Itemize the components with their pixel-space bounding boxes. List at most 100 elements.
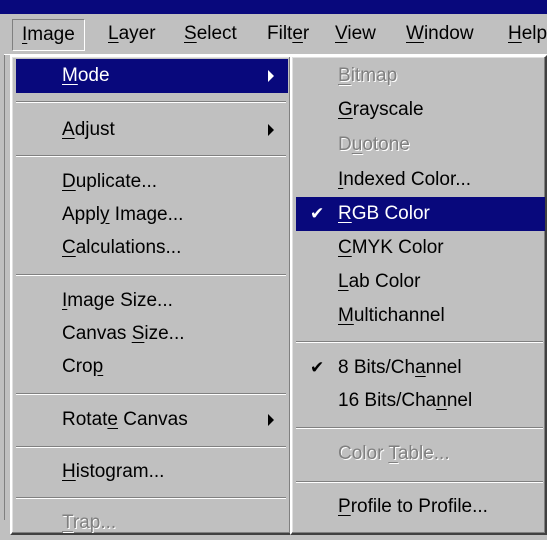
menu-item-trap: Trap... <box>16 506 288 540</box>
trap-label-rest: rap... <box>72 512 117 533</box>
menu-window[interactable]: Window <box>397 19 483 49</box>
menu-layer-mnemonic: L <box>108 23 119 44</box>
apply-image-label-rest: Image... <box>109 204 184 225</box>
menu-window-text-rest: indow <box>423 23 474 44</box>
mode-label-rest: ode <box>77 65 110 86</box>
submenu-arrow-icon <box>268 70 274 82</box>
image-size-label-rest: mage Size... <box>67 290 173 311</box>
menu-filter-mnemonic: e <box>292 23 303 44</box>
menu-item-16-bits-channel[interactable]: 16 Bits/Channel <box>296 384 545 418</box>
menu-view[interactable]: View <box>326 19 385 49</box>
menu-image[interactable]: Image <box>12 19 85 51</box>
bits8-mnemonic: a <box>415 357 426 378</box>
menu-item-rgb-color[interactable]: ✔ RGB Color <box>296 197 545 231</box>
menu-select[interactable]: Select <box>175 19 246 49</box>
window-edge <box>0 14 5 520</box>
menu-select-text-rest: elect <box>196 23 237 44</box>
mode-mnemonic: M <box>62 65 78 86</box>
menu-help[interactable]: Help <box>499 19 547 49</box>
indexed-color-label-rest: ndexed Color... <box>343 169 472 190</box>
menu-separator <box>16 155 286 157</box>
histogram-label-rest: istogram... <box>75 461 165 482</box>
menu-filter-text-rest: r <box>302 23 310 44</box>
adjust-mnemonic: A <box>62 119 75 140</box>
menu-help-mnemonic: H <box>508 23 522 44</box>
multichannel-label-rest: ultichannel <box>353 305 445 326</box>
menu-item-cmyk-color[interactable]: CMYK Color <box>296 231 545 265</box>
menu-item-duotone: Duotone <box>296 128 545 162</box>
color-table-label-rest: able... <box>397 443 450 464</box>
menu-item-indexed-color[interactable]: Indexed Color... <box>296 163 545 197</box>
checkmark-icon: ✔ <box>310 358 325 377</box>
menu-item-apply-image[interactable]: Apply Image... <box>16 198 288 232</box>
lab-color-label-rest: ab Color <box>348 271 421 292</box>
menu-window-mnemonic: W <box>406 23 424 44</box>
menu-filter[interactable]: Filter <box>258 19 318 49</box>
profile-to-profile-mnemonic: P <box>338 496 351 517</box>
menu-item-mode[interactable]: Mode <box>16 59 288 93</box>
menu-item-8-bits-channel[interactable]: ✔ 8 Bits/Channel <box>296 351 545 385</box>
cmyk-color-mnemonic: C <box>338 237 352 258</box>
canvas-size-label: Canvas <box>62 323 132 344</box>
adjust-label-rest: djust <box>74 119 115 140</box>
mode-submenu: Bitmap Grayscale Duotone Indexed Color..… <box>290 55 547 535</box>
menu-item-histogram[interactable]: Histogram... <box>16 455 288 489</box>
duotone-label-rest: otone <box>362 134 410 155</box>
menu-separator <box>16 497 286 499</box>
bitmap-mnemonic: B <box>338 65 351 86</box>
trap-mnemonic: T <box>62 512 73 533</box>
bitmap-label-rest: itmap <box>350 65 398 86</box>
menu-item-lab-color[interactable]: Lab Color <box>296 265 545 299</box>
duplicate-label-rest: uplicate... <box>75 171 158 192</box>
menu-separator <box>16 101 286 103</box>
menu-bar: Image Layer Select Filter View Window He… <box>4 14 547 55</box>
bits16-mnemonic: n <box>436 390 447 411</box>
menu-image-text-rest: mage <box>27 24 75 45</box>
grayscale-label-rest: rayscale <box>352 99 424 120</box>
menu-help-text-rest: elp <box>521 23 547 44</box>
menu-item-canvas-size[interactable]: Canvas Size... <box>16 317 288 351</box>
menu-separator <box>16 393 286 395</box>
bits8-label: 8 Bits/Ch <box>338 357 416 378</box>
menu-item-calculations[interactable]: Calculations... <box>16 231 288 265</box>
duotone-mnemonic: u <box>351 134 363 155</box>
menu-layer-text-rest: ayer <box>118 23 156 44</box>
menu-item-crop[interactable]: Crop <box>16 350 288 384</box>
rgb-color-label-rest: GB Color <box>351 203 430 224</box>
menu-view-text-rest: iew <box>347 23 376 44</box>
apply-image-mnemonic: y <box>100 204 110 225</box>
menu-layer[interactable]: Layer <box>99 19 165 49</box>
image-menu: Mode Adjust Duplicate... Apply Image... … <box>10 55 292 535</box>
canvas-size-label-rest: ize... <box>144 323 185 344</box>
histogram-mnemonic: H <box>62 461 76 482</box>
menu-item-rotate-canvas[interactable]: Rotate Canvas <box>16 403 288 437</box>
rgb-color-mnemonic: R <box>338 203 352 224</box>
color-table-label: Color <box>338 443 389 464</box>
multichannel-mnemonic: M <box>338 305 354 326</box>
menu-item-adjust[interactable]: Adjust <box>16 113 288 147</box>
submenu-arrow-icon <box>268 124 274 136</box>
color-table-mnemonic: T <box>388 443 398 464</box>
menu-item-bitmap: Bitmap <box>296 59 545 93</box>
crop-label: Cro <box>62 356 93 377</box>
menu-separator <box>16 274 286 276</box>
grayscale-mnemonic: G <box>338 99 353 120</box>
menu-separator <box>296 341 543 343</box>
submenu-arrow-icon <box>268 414 274 426</box>
crop-mnemonic: p <box>92 356 104 377</box>
menu-item-grayscale[interactable]: Grayscale <box>296 93 545 127</box>
duplicate-mnemonic: D <box>62 171 76 192</box>
menu-item-profile-to-profile[interactable]: Profile to Profile... <box>296 490 545 524</box>
calculations-label-rest: alculations... <box>75 237 182 258</box>
rotate-canvas-label-rest: Canvas <box>118 409 188 430</box>
cmyk-color-label-rest: MYK Color <box>351 237 444 258</box>
menu-item-duplicate[interactable]: Duplicate... <box>16 165 288 199</box>
menu-item-multichannel[interactable]: Multichannel <box>296 299 545 333</box>
menu-item-image-size[interactable]: Image Size... <box>16 284 288 318</box>
bits16-label-rest: nel <box>446 390 473 411</box>
menu-separator <box>296 481 543 483</box>
menu-item-color-table: Color Table... <box>296 437 545 471</box>
apply-image-label: Appl <box>62 204 101 225</box>
rotate-canvas-mnemonic: e <box>107 409 118 430</box>
canvas-size-mnemonic: S <box>131 323 145 344</box>
